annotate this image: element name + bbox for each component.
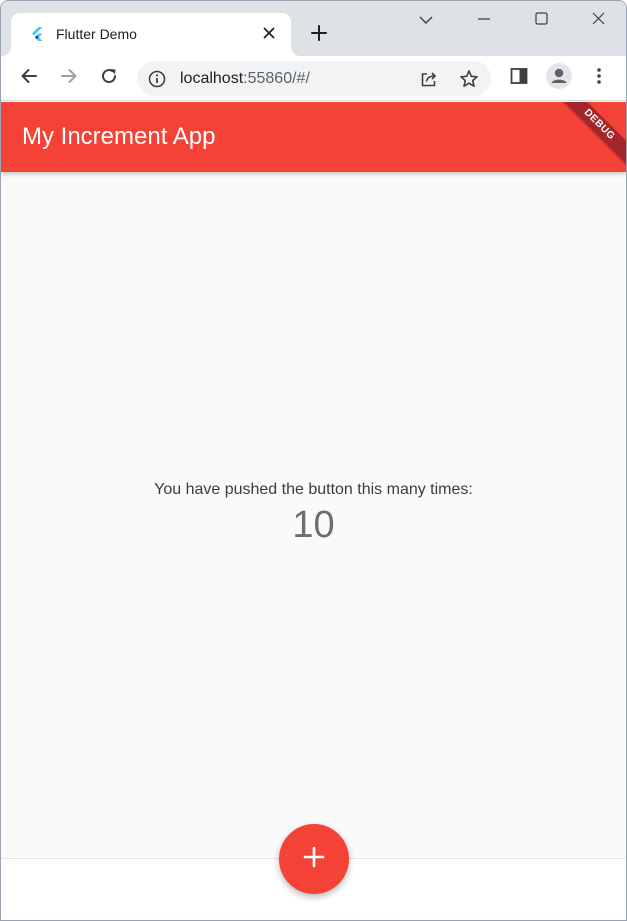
- kebab-menu-icon: [596, 67, 602, 90]
- side-panel-button[interactable]: [504, 63, 534, 93]
- info-icon[interactable]: [147, 69, 167, 89]
- minimize-button[interactable]: [455, 1, 513, 41]
- share-icon[interactable]: [418, 68, 440, 90]
- tab-strip: Flutter Demo: [1, 1, 626, 56]
- increment-button[interactable]: [279, 824, 349, 894]
- arrow-left-icon: [20, 67, 38, 90]
- url-path: :55860/#/: [243, 70, 310, 87]
- arrow-right-icon: [60, 67, 78, 90]
- minimize-icon: [478, 12, 490, 30]
- counter-label: You have pushed the button this many tim…: [154, 481, 473, 498]
- browser-menu-button[interactable]: [584, 63, 614, 93]
- page-title: My Increment App: [22, 123, 216, 150]
- forward-button[interactable]: [54, 63, 84, 93]
- tab-search-button[interactable]: [397, 1, 455, 41]
- back-button[interactable]: [14, 63, 44, 93]
- app-body: You have pushed the button this many tim…: [1, 172, 626, 859]
- window-close-button[interactable]: [569, 1, 626, 41]
- new-tab-button[interactable]: [305, 21, 333, 49]
- browser-toolbar: localhost:55860/#/: [1, 56, 626, 101]
- url-text[interactable]: localhost:55860/#/: [180, 70, 310, 88]
- address-bar[interactable]: localhost:55860/#/: [137, 61, 491, 96]
- tab-flutter-demo[interactable]: Flutter Demo: [1, 13, 301, 56]
- debug-banner: DEBUG: [550, 102, 626, 172]
- chevron-down-icon: [419, 12, 433, 30]
- app-bar: My Increment App DEBUG: [1, 102, 626, 172]
- browser-window: Flutter Demo localhost:55860/#/ My Incre…: [0, 0, 627, 921]
- star-icon[interactable]: [458, 68, 480, 90]
- tab-title: Flutter Demo: [56, 26, 137, 42]
- plus-icon: [303, 846, 325, 873]
- person-icon: [545, 62, 573, 95]
- url-host: localhost: [180, 70, 244, 87]
- close-icon[interactable]: [259, 23, 279, 43]
- side-panel-icon: [510, 67, 528, 90]
- counter-value: 10: [292, 504, 335, 546]
- reload-icon: [100, 67, 118, 90]
- flutter-logo-icon: [29, 26, 45, 42]
- close-icon: [592, 12, 605, 30]
- reload-button[interactable]: [94, 63, 124, 93]
- maximize-icon: [534, 12, 548, 30]
- plus-icon: [311, 24, 327, 46]
- profile-button[interactable]: [544, 62, 574, 95]
- maximize-button[interactable]: [512, 1, 570, 41]
